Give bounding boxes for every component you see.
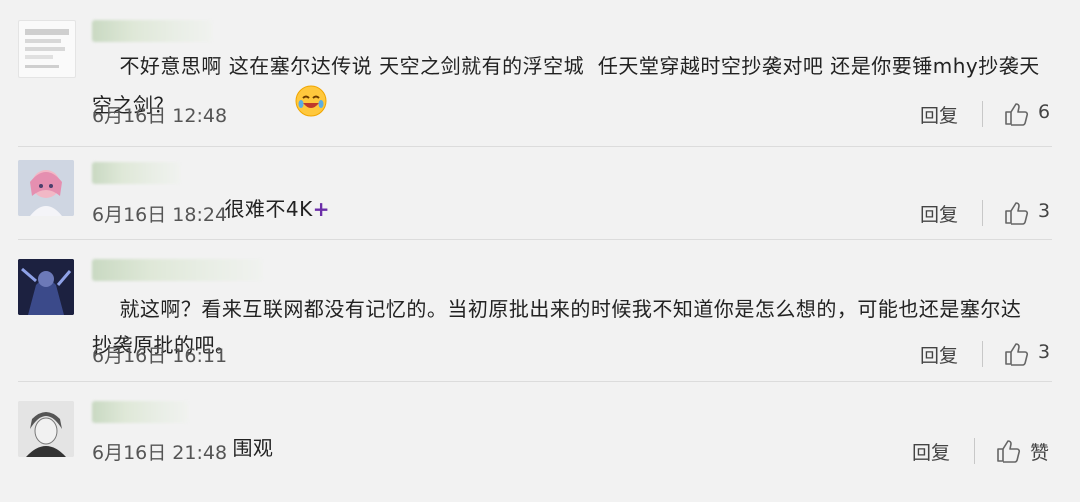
divider <box>982 341 983 367</box>
comment-time: 6月16日 21:48 <box>92 442 228 464</box>
avatar-image <box>25 29 69 68</box>
avatar-image <box>18 160 74 216</box>
reply-button[interactable]: 回复 <box>920 341 958 368</box>
comment-time: 6月16日 12:48 <box>92 105 228 127</box>
comment-text: 不好意思啊 这在塞尔达传说 天空之剑就有的浮空城 任天堂穿越时空抄袭对吧 还是你… <box>92 12 1040 165</box>
thumbs-up-icon[interactable] <box>1003 341 1029 367</box>
divider <box>982 101 983 127</box>
comment-text-content: 就这啊？看来互联网都没有记忆的。当初原批出来的时候我不知道你是怎么想的，可能也还… <box>92 297 1022 357</box>
reply-button[interactable]: 回复 <box>920 101 958 128</box>
comment-time: 6月16日 18:24 <box>92 204 228 226</box>
comment-1: 不好意思啊 这在塞尔达传说 天空之剑就有的浮空城 任天堂穿越时空抄袭对吧 还是你… <box>0 0 1080 150</box>
like-count: 3 <box>1038 341 1051 363</box>
comment-2: 很难不4K+ 6月16日 18:24 回复 3 <box>0 146 1080 238</box>
avatar[interactable] <box>18 20 76 78</box>
username-blurred[interactable] <box>92 162 180 184</box>
avatar-image <box>18 401 74 457</box>
avatar[interactable] <box>18 259 74 315</box>
comment-time: 6月16日 16:11 <box>92 345 228 367</box>
purple-plus: + <box>312 197 331 221</box>
reply-button[interactable]: 回复 <box>920 200 958 227</box>
divider <box>982 200 983 226</box>
reply-button[interactable]: 回复 <box>912 438 950 465</box>
comment-3: 就这啊？看来互联网都没有记忆的。当初原批出来的时候我不知道你是怎么想的，可能也还… <box>0 239 1080 380</box>
avatar[interactable] <box>18 160 74 216</box>
username-blurred[interactable] <box>92 401 188 423</box>
comment-text: 就这啊？看来互联网都没有记忆的。当初原批出来的时候我不知道你是怎么想的，可能也还… <box>92 255 1040 399</box>
like-count: 3 <box>1038 200 1051 222</box>
avatar[interactable] <box>18 401 74 457</box>
avatar-image <box>18 259 74 315</box>
comment-4: 围观 6月16日 21:48 回复 赞 <box>0 381 1080 482</box>
thumbs-up-icon[interactable] <box>1003 101 1029 127</box>
like-label[interactable]: 赞 <box>1030 438 1049 465</box>
comment-text-content: 围观 <box>232 436 274 460</box>
thumbs-up-icon[interactable] <box>1003 200 1029 226</box>
divider <box>974 438 975 464</box>
like-count: 6 <box>1038 101 1051 123</box>
comment-text-content: 很难不4K <box>224 197 313 221</box>
thumbs-up-icon[interactable] <box>995 438 1021 464</box>
